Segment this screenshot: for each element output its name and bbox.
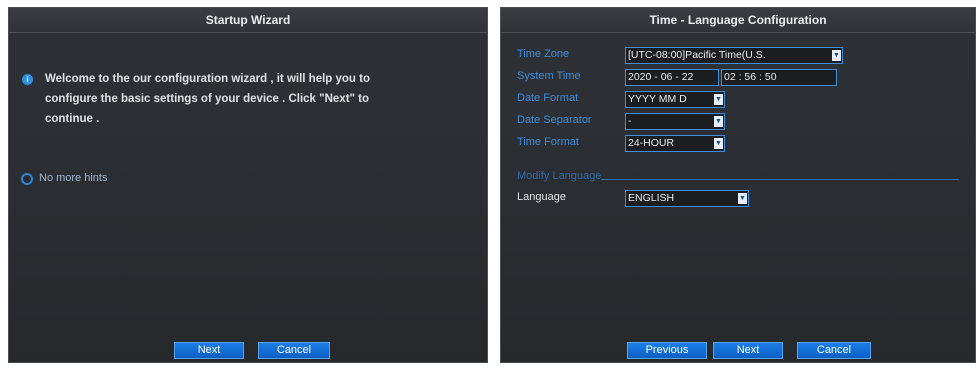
chevron-down-icon: ▼	[714, 138, 723, 149]
date-separator-label: Date Separator	[517, 114, 592, 126]
next-button[interactable]: Next	[713, 342, 783, 359]
startup-wizard-title: Startup Wizard	[9, 8, 487, 33]
language-label: Language	[517, 191, 566, 203]
time-zone-select[interactable]: [UTC-08:00]Pacific Time(U.S. ▼	[625, 47, 843, 64]
welcome-text: Welcome to the our configuration wizard …	[45, 73, 370, 125]
no-more-hints-label[interactable]: No more hints	[39, 172, 107, 184]
language-value: ENGLISH	[628, 192, 675, 204]
date-format-select[interactable]: YYYY MM D ▼	[625, 91, 725, 108]
startup-wizard-panel: Startup Wizard i Welcome to the our conf…	[8, 7, 488, 363]
chevron-down-icon: ▼	[832, 50, 841, 61]
time-zone-value: [UTC-08:00]Pacific Time(U.S.	[628, 49, 766, 61]
date-format-value: YYYY MM D	[628, 93, 687, 105]
date-format-label: Date Format	[517, 92, 579, 104]
chevron-down-icon: ▼	[714, 116, 723, 127]
time-format-value: 24-HOUR	[628, 137, 675, 149]
cancel-button[interactable]: Cancel	[797, 342, 871, 359]
cancel-button[interactable]: Cancel	[258, 342, 330, 359]
system-time-label: System Time	[517, 70, 581, 82]
language-select[interactable]: ENGLISH ▼	[625, 190, 749, 207]
time-language-title: Time - Language Configuration	[501, 8, 975, 33]
date-separator-value: -	[628, 115, 632, 127]
system-date-input[interactable]: 2020 - 06 - 22	[625, 69, 719, 86]
section-divider	[601, 179, 959, 180]
system-clock-input[interactable]: 02 : 56 : 50	[721, 69, 837, 86]
info-icon: i	[22, 74, 33, 85]
chevron-down-icon: ▼	[714, 94, 723, 105]
next-button[interactable]: Next	[174, 342, 244, 359]
previous-button[interactable]: Previous	[627, 342, 707, 359]
time-format-select[interactable]: 24-HOUR ▼	[625, 135, 725, 152]
no-more-hints-radio[interactable]	[21, 173, 33, 185]
panel-divider	[488, 0, 500, 367]
date-separator-select[interactable]: - ▼	[625, 113, 725, 130]
time-format-label: Time Format	[517, 136, 579, 148]
modify-language-label: Modify Language	[517, 170, 602, 182]
time-zone-label: Time Zone	[517, 48, 570, 60]
time-language-panel: Time - Language Configuration Time Zone …	[500, 7, 976, 363]
chevron-down-icon: ▼	[738, 193, 747, 204]
